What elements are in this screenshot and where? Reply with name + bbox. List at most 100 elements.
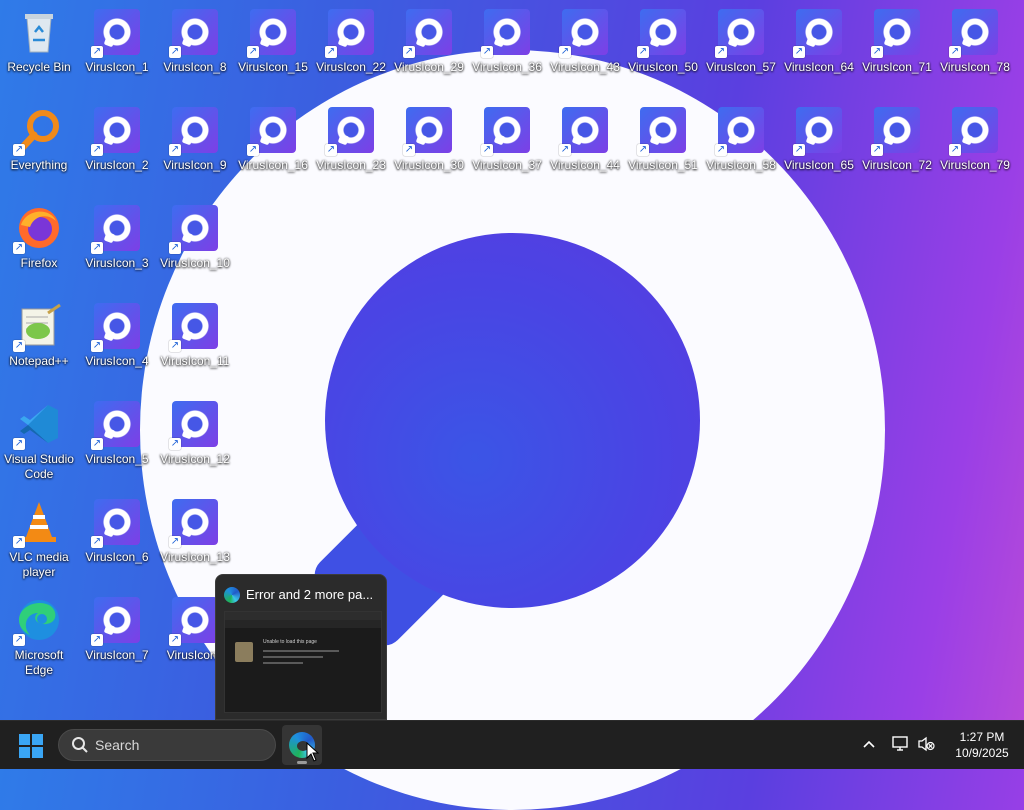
shortcut-arrow-icon: ↗ — [403, 46, 415, 58]
shortcut-arrow-icon: ↗ — [481, 144, 493, 156]
desktop-icon-virusicon[interactable]: ↗ VirusIcon_22 — [314, 0, 388, 92]
system-clock[interactable]: 1:27 PM 10/9/2025 — [942, 729, 1022, 761]
shortcut-arrow-icon: ↗ — [403, 144, 415, 156]
desktop-icon-virusicon[interactable]: ↗ VirusIcon_4 — [80, 294, 154, 386]
virusicon-app-icon: ↗ — [91, 596, 141, 646]
desktop-icon-virusicon[interactable]: ↗ VirusIcon_5 — [80, 392, 154, 484]
shortcut-arrow-icon: ↗ — [715, 46, 727, 58]
desktop-icon-vscode[interactable]: ↗ Visual Studio Code — [2, 392, 76, 484]
desktop-icon-label: VirusIcon_13 — [160, 550, 230, 564]
desktop-icon-recycle-bin[interactable]: Recycle Bin — [2, 0, 76, 92]
show-hidden-icons-chevron-icon[interactable] — [862, 739, 876, 749]
desktop-icon-vlc[interactable]: ↗ VLC media player — [2, 490, 76, 582]
shortcut-arrow-icon: ↗ — [91, 634, 103, 646]
desktop-icon-virusicon[interactable]: ↗ VirusIcon_6 — [80, 490, 154, 582]
desktop-icon-virusicon[interactable]: ↗ VirusIcon_36 — [470, 0, 544, 92]
shortcut-arrow-icon: ↗ — [91, 340, 103, 352]
desktop-icon-virusicon[interactable]: ↗ VirusIcon_37 — [470, 98, 544, 190]
desktop-icon-virusicon[interactable]: ↗ VirusIcon_11 — [158, 294, 232, 386]
preview-thumbnail[interactable]: Unable to load this page — [224, 611, 382, 713]
windows-logo-pane — [19, 747, 30, 758]
desktop-icon-label: VirusIcon_1 — [85, 60, 149, 74]
shortcut-arrow-icon: ↗ — [793, 46, 805, 58]
desktop-icon-label: VirusIcon_12 — [160, 452, 230, 466]
shortcut-arrow-icon: ↗ — [325, 144, 337, 156]
virusicon-app-icon: ↗ — [91, 8, 141, 58]
desktop-icon-virusicon[interactable]: ↗ VirusIcon_50 — [626, 0, 700, 92]
virusicon-app-icon: ↗ — [793, 8, 843, 58]
clock-date: 10/9/2025 — [955, 746, 1009, 760]
desktop-icon-label: VirusIcon_30 — [394, 158, 464, 172]
desktop-icon-virusicon[interactable]: ↗ VirusIcon_2 — [80, 98, 154, 190]
virusicon-app-icon: ↗ — [169, 204, 219, 254]
desktop-icon-virusicon[interactable]: ↗ VirusIcon_43 — [548, 0, 622, 92]
virusicon-app-icon: ↗ — [325, 106, 375, 156]
shortcut-arrow-icon: ↗ — [559, 144, 571, 156]
desktop-icon-virusicon[interactable]: ↗ VirusIcon_58 — [704, 98, 778, 190]
desktop-icon-label: VirusIcon_44 — [550, 158, 620, 172]
clock-time: 1:27 PM — [959, 730, 1005, 744]
recycle-bin-icon — [15, 8, 63, 56]
desktop-icon-virusicon[interactable]: ↗ VirusIcon_71 — [860, 0, 934, 92]
desktop-icon-label: Microsoft Edge — [14, 648, 64, 677]
shortcut-arrow-icon: ↗ — [91, 144, 103, 156]
virusicon-app-icon: ↗ — [403, 106, 453, 156]
shortcut-arrow-icon: ↗ — [559, 46, 571, 58]
virusicon-app-icon: ↗ — [559, 106, 609, 156]
desktop-icon-label: VLC media player — [9, 550, 69, 579]
desktop-icon-virusicon[interactable]: ↗ VirusIcon_78 — [938, 0, 1012, 92]
desktop-icon-virusicon[interactable]: ↗ VirusIcon_64 — [782, 0, 856, 92]
virusicon-app-icon: ↗ — [91, 204, 141, 254]
desktop-icon-virusicon[interactable]: ↗ VirusIcon_10 — [158, 196, 232, 288]
virusicon-app-icon: ↗ — [247, 106, 297, 156]
virusicon-app-icon: ↗ — [403, 8, 453, 58]
shortcut-arrow-icon: ↗ — [637, 46, 649, 58]
desktop-icon-virusicon[interactable]: ↗ VirusIcon_3 — [80, 196, 154, 288]
desktop-icon-virusicon[interactable]: ↗ VirusIcon_57 — [704, 0, 778, 92]
desktop-icon-virusicon[interactable]: ↗ VirusIcon_1 — [80, 0, 154, 92]
virusicon-app-icon: ↗ — [715, 106, 765, 156]
desktop-icon-virusicon[interactable]: ↗ VirusIcon_23 — [314, 98, 388, 190]
desktop-icon-label: VirusIcon_3 — [85, 256, 149, 270]
desktop-icon-notepadpp[interactable]: ↗ Notepad++ — [2, 294, 76, 386]
desktop-icon-virusicon[interactable]: ↗ VirusIcon_30 — [392, 98, 466, 190]
desktop-icon-edge[interactable]: ↗ Microsoft Edge — [2, 588, 76, 680]
virusicon-app-icon: ↗ — [169, 302, 219, 352]
desktop-icon-label: Everything — [10, 158, 68, 172]
desktop-icon-virusicon[interactable]: ↗ VirusIcon_65 — [782, 98, 856, 190]
desktop-icon-label: VirusIcon_8 — [163, 60, 227, 74]
taskbar-search-box[interactable]: Search — [58, 729, 276, 761]
desktop-icon-virusicon[interactable]: ↗ VirusIcon_13 — [158, 490, 232, 582]
desktop-icon-virusicon[interactable]: ↗ VirusIcon_51 — [626, 98, 700, 190]
desktop-icon-label: VirusIcon_9 — [163, 158, 227, 172]
shortcut-arrow-icon: ↗ — [91, 46, 103, 58]
desktop-icon-virusicon[interactable]: ↗ VirusIcon_44 — [548, 98, 622, 190]
desktop-icon-label: VirusIcon_16 — [238, 158, 308, 172]
desktop-icon-virusicon[interactable]: ↗ VirusIcon_15 — [236, 0, 310, 92]
desktop-icon-label: VirusIcon_58 — [706, 158, 776, 172]
desktop-icon-virusicon[interactable]: ↗ VirusIcon_16 — [236, 98, 310, 190]
taskbar: Search 1:27 PM 10/9/2025 — [0, 720, 1024, 769]
shortcut-arrow-icon: ↗ — [637, 144, 649, 156]
mouse-cursor-icon — [306, 742, 320, 762]
desktop-icon-virusicon[interactable]: ↗ VirusIcon_7 — [80, 588, 154, 680]
volume-muted-icon[interactable] — [917, 736, 935, 752]
shortcut-arrow-icon: ↗ — [481, 46, 493, 58]
virusicon-app-icon: ↗ — [91, 106, 141, 156]
virusicon-app-icon: ↗ — [169, 8, 219, 58]
start-button[interactable] — [19, 734, 43, 758]
taskbar-window-preview[interactable]: Error and 2 more pa... Unable to load th… — [215, 574, 387, 720]
desktop-icon-virusicon[interactable]: ↗ VirusIcon_72 — [860, 98, 934, 190]
network-icon[interactable] — [891, 736, 909, 752]
preview-title: Error and 2 more pa... — [246, 587, 374, 602]
desktop-icon-virusicon[interactable]: ↗ VirusIcon_9 — [158, 98, 232, 190]
desktop-icon-label: VirusIcon_43 — [550, 60, 620, 74]
desktop-icon-firefox[interactable]: ↗ Firefox — [2, 196, 76, 288]
desktop-icon-everything[interactable]: ↗ Everything — [2, 98, 76, 190]
desktop-icon-virusicon[interactable]: ↗ VirusIcon_12 — [158, 392, 232, 484]
desktop-icon-label: VirusIcon_71 — [862, 60, 932, 74]
desktop-icon-virusicon[interactable]: ↗ VirusIcon_79 — [938, 98, 1012, 190]
desktop-icon-label: VirusIcon_7 — [85, 648, 149, 662]
desktop-icon-virusicon[interactable]: ↗ VirusIcon_29 — [392, 0, 466, 92]
desktop-icon-virusicon[interactable]: ↗ VirusIcon_8 — [158, 0, 232, 92]
